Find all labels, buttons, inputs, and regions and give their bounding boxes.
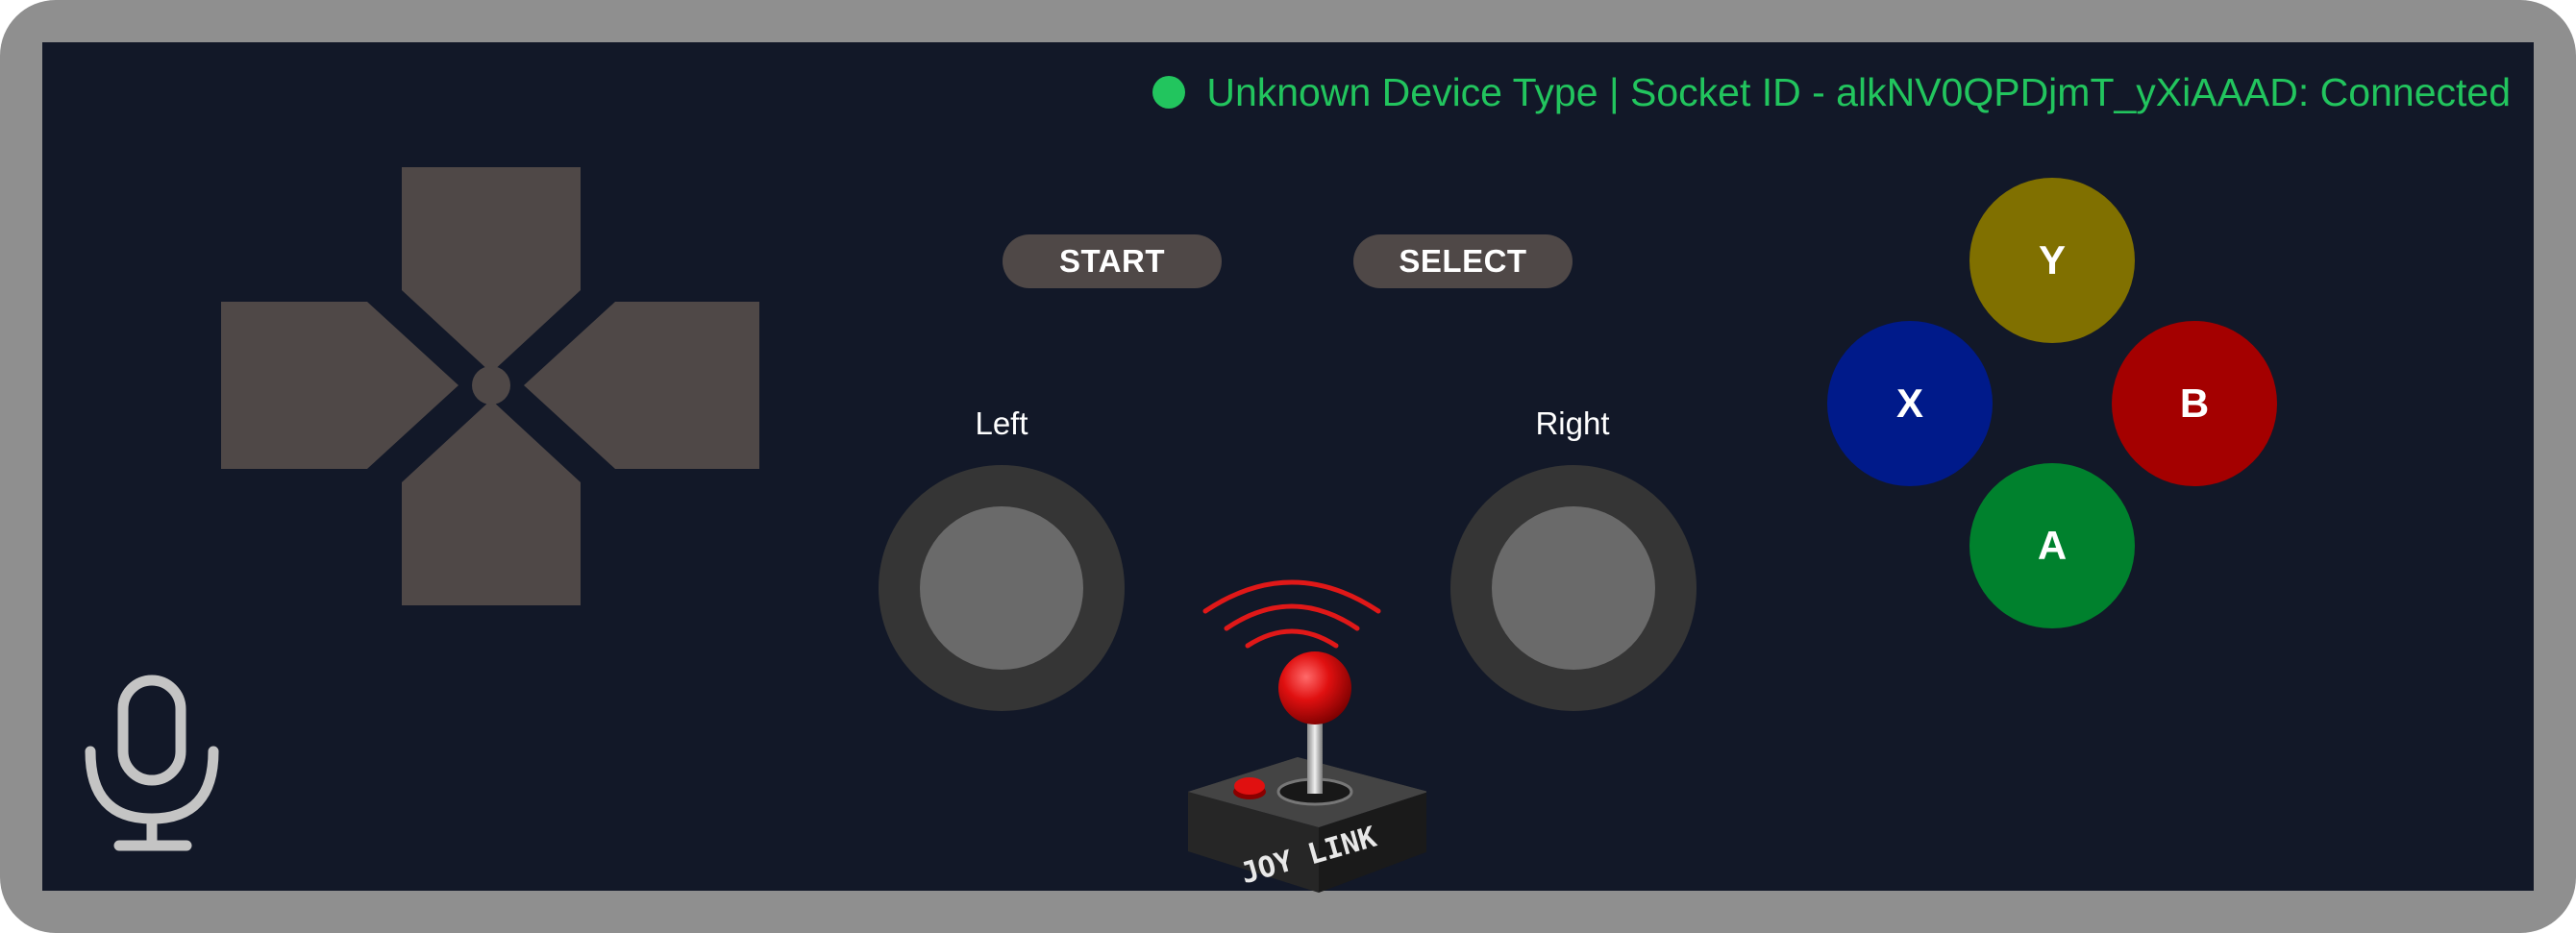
left-joystick-base [879,465,1125,711]
right-joystick-knob[interactable] [1492,506,1655,670]
joylink-logo: JOY LINK [1188,579,1426,893]
dpad-left-button[interactable] [221,302,458,469]
status-separator: | [1608,69,1620,114]
dpad-down-button[interactable] [402,400,581,605]
select-button[interactable]: SELECT [1353,234,1573,288]
wifi-waves-icon [1202,579,1381,649]
b-button-label: B [2179,381,2210,426]
b-button[interactable]: B [2112,321,2277,486]
device-type-text: Unknown Device Type [1206,69,1598,114]
status-dot-icon [1152,76,1186,109]
start-button[interactable]: START [1003,234,1222,288]
dpad-center [472,366,510,405]
status-text: Unknown Device Type | Socket ID - alkNV0… [1206,70,2511,115]
dpad [221,167,759,605]
right-joystick-base [1450,465,1697,711]
a-button[interactable]: A [1969,463,2135,628]
y-button-label: Y [2038,237,2066,282]
socket-status-text: Socket ID - alkNV0QPDjmT_yXiAAAD: Connec… [1630,69,2511,114]
left-stick-label: Left [975,405,1028,441]
x-button[interactable]: X [1827,321,1993,486]
select-button-label: SELECT [1399,243,1527,279]
dpad-up-button[interactable] [402,167,581,373]
controller-screen: Unknown Device Type | Socket ID - alkNV0… [42,42,2534,893]
right-stick-label: Right [1535,405,1610,441]
y-button[interactable]: Y [1969,178,2135,343]
microphone-icon[interactable] [81,673,225,855]
a-button-label: A [2037,523,2068,568]
dpad-right-button[interactable] [524,302,759,469]
left-joystick-knob[interactable] [920,506,1083,670]
start-button-label: START [1058,243,1166,279]
connection-status: Unknown Device Type | Socket ID - alkNV0… [1152,70,2511,115]
x-button-label: X [1895,381,1923,426]
